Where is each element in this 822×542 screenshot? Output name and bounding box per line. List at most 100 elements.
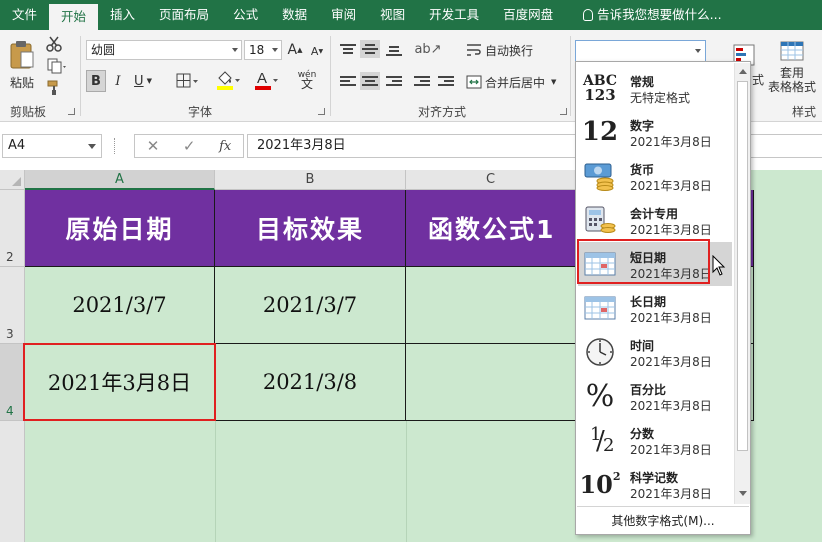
format-as-table-button[interactable]: 套用 表格格式 xyxy=(766,36,818,98)
column-header-c[interactable]: C xyxy=(406,170,576,190)
scientific-icon: 10 2 xyxy=(579,468,621,500)
phonetic-guide-button[interactable]: wén 文 xyxy=(292,68,322,92)
format-name: 百分比 xyxy=(630,383,667,397)
accounting-icon xyxy=(582,204,618,236)
format-name: 科学记数 xyxy=(630,471,679,485)
wrap-text-button[interactable]: 自动换行 xyxy=(466,40,550,60)
row-header-5[interactable] xyxy=(0,421,25,542)
cancel-icon[interactable]: ✕ xyxy=(147,137,160,155)
align-middle-icon[interactable] xyxy=(360,40,380,58)
enter-icon[interactable]: ✓ xyxy=(183,137,196,155)
font-color-icon: A xyxy=(255,70,278,90)
format-item-percent[interactable]: % 百分比 2021年3月8日 xyxy=(578,374,732,418)
tab-data[interactable]: 数据 xyxy=(270,0,319,30)
number-format-select[interactable] xyxy=(575,40,706,62)
formula-controls: ✕ ✓ fx xyxy=(134,134,244,158)
cell-a3[interactable]: 2021/3/7 xyxy=(25,267,215,344)
scissors-icon xyxy=(46,36,62,52)
copy-button[interactable] xyxy=(44,56,70,76)
more-number-formats-link[interactable]: 其他数字格式(M)... xyxy=(577,506,749,534)
scientific-exponent: 2 xyxy=(612,470,621,483)
paste-button[interactable]: 粘贴 xyxy=(4,36,40,94)
tell-me-box[interactable]: 告诉我您想要做什么... xyxy=(565,0,722,30)
align-left-icon[interactable] xyxy=(340,74,356,88)
currency-icon xyxy=(582,160,618,192)
tab-developer[interactable]: 开发工具 xyxy=(417,0,491,30)
divider xyxy=(80,36,81,116)
font-name-select[interactable]: 幼圆 xyxy=(86,40,242,60)
format-item-long-date[interactable]: 长日期 2021年3月8日 xyxy=(578,286,732,330)
decrease-indent-icon[interactable] xyxy=(414,74,430,88)
font-shrink-button[interactable]: A ▼ xyxy=(308,42,326,60)
format-item-accounting[interactable]: 会计专用 2021年3月8日 xyxy=(578,198,732,242)
clipboard-launcher-icon[interactable] xyxy=(68,108,75,115)
font-size-select[interactable]: 18 xyxy=(244,40,282,60)
header-cell-original-date[interactable]: 原始日期 xyxy=(25,190,215,267)
name-box[interactable]: A4 xyxy=(2,134,102,158)
align-right-icon[interactable] xyxy=(386,74,402,88)
tab-insert[interactable]: 插入 xyxy=(98,0,147,30)
format-item-fraction[interactable]: 1 / 2 分数 2021年3月8日 xyxy=(578,418,732,462)
tab-file[interactable]: 文件 xyxy=(0,0,49,30)
format-sample: 2021年3月8日 xyxy=(630,179,712,193)
cell-b3[interactable]: 2021/3/7 xyxy=(215,267,406,344)
column-header-a[interactable]: A xyxy=(25,170,215,190)
font-size-value: 18 xyxy=(249,43,265,57)
scroll-up-icon[interactable] xyxy=(739,69,747,74)
column-header-b[interactable]: B xyxy=(215,170,406,190)
tab-formulas[interactable]: 公式 xyxy=(221,0,270,30)
scrollbar-thumb[interactable] xyxy=(737,81,748,451)
tab-home[interactable]: 开始 xyxy=(49,4,99,30)
underline-button[interactable]: U ▼ xyxy=(130,70,156,92)
align-bottom-icon[interactable] xyxy=(386,44,402,58)
fraction-icon: 1 / 2 xyxy=(590,424,615,456)
bold-button[interactable]: B xyxy=(86,70,106,92)
orientation-button[interactable]: ab↗ xyxy=(414,38,442,60)
dropdown-scrollbar[interactable] xyxy=(734,63,750,504)
align-center-icon[interactable] xyxy=(360,72,380,90)
select-all-button[interactable] xyxy=(0,170,25,190)
row-header-3[interactable]: 3 xyxy=(0,267,25,344)
header-cell-target-effect[interactable]: 目标效果 xyxy=(215,190,406,267)
format-item-number[interactable]: 12 数字 2021年3月8日 xyxy=(578,110,732,154)
active-cell-highlight xyxy=(23,343,216,421)
align-top-icon[interactable] xyxy=(340,42,356,56)
fill-color-button[interactable] xyxy=(214,68,242,92)
format-as-table-label: 套用 表格格式 xyxy=(767,66,816,94)
alignment-group-label: 对齐方式 xyxy=(418,105,467,119)
format-painter-button[interactable] xyxy=(44,78,64,98)
font-grow-button[interactable]: A ▲ xyxy=(286,40,304,60)
font-launcher-icon[interactable] xyxy=(318,108,325,115)
font-color-button[interactable]: A xyxy=(252,68,280,92)
format-sample: 2021年3月8日 xyxy=(630,311,712,325)
format-item-time[interactable]: 时间 2021年3月8日 xyxy=(578,330,732,374)
paste-label: 粘贴 xyxy=(9,75,34,90)
tab-view[interactable]: 视图 xyxy=(368,0,417,30)
format-item-scientific[interactable]: 10 2 科学记数 2021年3月8日 xyxy=(578,462,732,506)
insert-function-icon[interactable]: fx xyxy=(219,139,231,154)
italic-button[interactable]: I xyxy=(109,70,127,92)
tab-page-layout[interactable]: 页面布局 xyxy=(147,0,221,30)
row-number: 3 xyxy=(6,327,14,341)
cut-button[interactable] xyxy=(44,34,64,54)
alignment-launcher-icon[interactable] xyxy=(560,108,567,115)
chevron-down-icon xyxy=(695,49,701,53)
borders-button[interactable] xyxy=(174,70,202,92)
font-grow-icon: A xyxy=(287,42,298,58)
cell-b4[interactable]: 2021/3/8 xyxy=(215,344,406,421)
phonetic-icon: 文 xyxy=(300,77,313,91)
tab-review[interactable]: 审阅 xyxy=(319,0,368,30)
increase-indent-icon[interactable] xyxy=(438,74,454,88)
divider xyxy=(570,36,571,116)
resize-handle[interactable] xyxy=(114,138,117,154)
scroll-down-icon[interactable] xyxy=(739,491,747,496)
row-header-2[interactable]: 2 xyxy=(0,190,25,267)
wrap-text-label: 自动换行 xyxy=(485,43,534,58)
divider xyxy=(330,36,331,116)
format-name: 常规 xyxy=(630,75,655,89)
tab-baidu-netdisk[interactable]: 百度网盘 xyxy=(491,0,565,30)
merge-center-button[interactable]: 合并后居中 ▼ xyxy=(466,72,570,92)
format-item-general[interactable]: ABC 123 常规 无特定格式 xyxy=(578,66,732,110)
row-header-4[interactable]: 4 xyxy=(0,344,25,421)
format-item-currency[interactable]: 货币 2021年3月8日 xyxy=(578,154,732,198)
